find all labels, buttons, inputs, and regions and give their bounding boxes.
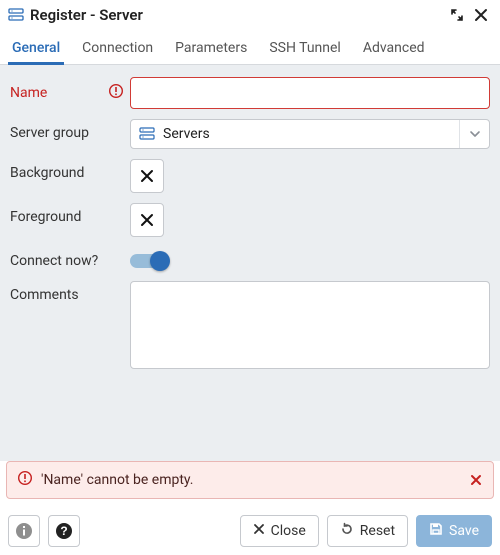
close-icon[interactable] bbox=[472, 6, 490, 24]
error-banner: 'Name' cannot be empty. bbox=[6, 461, 494, 499]
row-background: Background bbox=[10, 159, 490, 193]
comments-input[interactable] bbox=[130, 281, 490, 369]
info-button[interactable] bbox=[8, 515, 40, 547]
close-button[interactable]: Close bbox=[240, 515, 319, 547]
row-connect-now: Connect now? bbox=[10, 247, 490, 271]
connect-now-toggle[interactable] bbox=[130, 251, 170, 271]
footer: ? Close Reset Save bbox=[0, 507, 500, 555]
label-connect-now: Connect now? bbox=[10, 247, 130, 270]
label-name-text: Name bbox=[10, 85, 47, 101]
window-title: Register - Server bbox=[30, 6, 442, 24]
label-name: Name bbox=[10, 77, 130, 103]
help-button[interactable]: ? bbox=[48, 515, 80, 547]
close-label: Close bbox=[271, 523, 306, 539]
error-close-icon[interactable] bbox=[469, 473, 483, 487]
close-icon bbox=[253, 523, 265, 539]
tab-parameters[interactable]: Parameters bbox=[173, 34, 249, 64]
error-message: 'Name' cannot be empty. bbox=[41, 472, 194, 488]
svg-text:?: ? bbox=[60, 524, 67, 538]
name-input[interactable] bbox=[130, 77, 490, 109]
save-icon bbox=[429, 522, 443, 540]
label-background: Background bbox=[10, 159, 130, 181]
server-group-select[interactable]: Servers bbox=[130, 119, 490, 149]
reset-button[interactable]: Reset bbox=[327, 515, 408, 547]
title-bar: Register - Server bbox=[0, 0, 500, 28]
error-icon bbox=[108, 83, 124, 103]
maximize-icon[interactable] bbox=[448, 6, 466, 24]
server-icon bbox=[8, 8, 24, 22]
reset-icon bbox=[340, 522, 354, 540]
chevron-down-icon bbox=[459, 120, 489, 148]
tab-connection[interactable]: Connection bbox=[80, 34, 155, 64]
background-color-picker[interactable] bbox=[130, 159, 164, 193]
row-foreground: Foreground bbox=[10, 203, 490, 237]
error-icon bbox=[17, 470, 33, 490]
form-body: Name Server group Servers Background bbox=[0, 65, 500, 461]
servers-icon bbox=[139, 127, 155, 141]
foreground-color-picker[interactable] bbox=[130, 203, 164, 237]
label-foreground: Foreground bbox=[10, 203, 130, 225]
reset-label: Reset bbox=[360, 523, 395, 539]
tab-advanced[interactable]: Advanced bbox=[361, 34, 427, 64]
tab-general[interactable]: General bbox=[10, 34, 62, 64]
row-comments: Comments bbox=[10, 281, 490, 373]
tab-ssh-tunnel[interactable]: SSH Tunnel bbox=[267, 34, 343, 64]
server-group-value: Servers bbox=[163, 126, 210, 142]
label-comments: Comments bbox=[10, 281, 130, 303]
label-server-group: Server group bbox=[10, 119, 130, 141]
row-server-group: Server group Servers bbox=[10, 119, 490, 149]
save-label: Save bbox=[449, 523, 479, 539]
tab-bar: General Connection Parameters SSH Tunnel… bbox=[0, 28, 500, 65]
save-button[interactable]: Save bbox=[416, 515, 492, 547]
row-name: Name bbox=[10, 77, 490, 109]
